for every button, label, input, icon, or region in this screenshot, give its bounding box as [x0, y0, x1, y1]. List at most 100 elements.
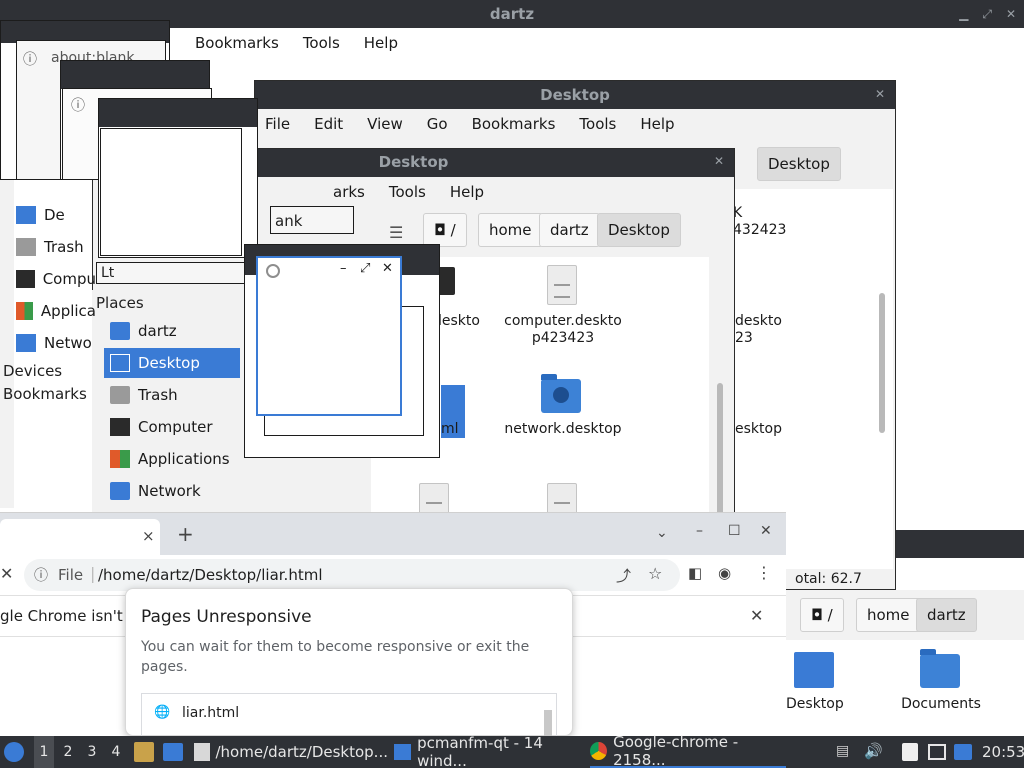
minimize-icon[interactable]: ▁: [959, 0, 968, 28]
notes-icon[interactable]: [902, 743, 918, 761]
show-desktop-icon[interactable]: [163, 743, 183, 761]
documents-folder-icon[interactable]: [920, 649, 960, 688]
file-label[interactable]: ml: [441, 421, 465, 438]
list-item[interactable]: liar.html: [182, 705, 239, 721]
url-scheme: File: [58, 566, 84, 584]
menu-edit[interactable]: Edit: [314, 115, 343, 133]
path-root-button[interactable]: ◘ /: [423, 213, 467, 247]
minimize-icon[interactable]: –: [340, 261, 347, 276]
update-notifier-icon[interactable]: [954, 744, 972, 760]
sidebar-item-computer[interactable]: Computer: [106, 412, 242, 442]
file-manager-launcher-icon[interactable]: [134, 742, 154, 762]
app-icon: [266, 264, 280, 282]
workspace-3[interactable]: 3: [82, 736, 102, 768]
file-icon[interactable]: [547, 265, 577, 305]
close-icon[interactable]: ✕: [714, 154, 724, 168]
menu-bookmarks[interactable]: Bookmarks: [472, 115, 556, 133]
workspace-4[interactable]: 4: [106, 736, 126, 768]
path-dartz-button[interactable]: dartz: [916, 598, 977, 632]
menu-help[interactable]: Help: [640, 115, 674, 133]
clipboard-icon[interactable]: ▤: [836, 743, 849, 759]
omnibox[interactable]: ⓘ File | /home/dartz/Desktop/liar.html ⤴…: [24, 559, 680, 591]
menu-tools[interactable]: Tools: [579, 115, 616, 133]
reload-stop-icon[interactable]: ✕: [0, 564, 13, 583]
focused-window[interactable]: – ⤢ ✕: [256, 256, 402, 416]
file-label[interactable]: K 432423: [733, 205, 793, 239]
computer-icon: [16, 270, 35, 288]
menu-tools[interactable]: Tools: [303, 34, 340, 52]
desktop-window-back-titlebar[interactable]: Desktop ✕: [255, 81, 895, 109]
stacked-window[interactable]: Lt: [96, 262, 246, 284]
close-icon[interactable]: ✕: [1006, 0, 1016, 28]
partial-sidebar-trash[interactable]: Trash: [16, 232, 96, 262]
menu-help[interactable]: Help: [364, 34, 398, 52]
maximize-icon[interactable]: ☐: [728, 523, 741, 539]
profile-icon[interactable]: ◉: [718, 564, 731, 582]
url-text[interactable]: /home/dartz/Desktop/liar.html: [98, 566, 323, 584]
minimize-icon[interactable]: –: [696, 523, 703, 539]
share-icon[interactable]: ⤴: [616, 565, 631, 586]
menu-help[interactable]: Help: [450, 183, 484, 201]
tab-close-icon[interactable]: ×: [142, 527, 155, 545]
menu-kebab-icon[interactable]: ⋮: [756, 563, 772, 582]
sidebar-item-trash[interactable]: Trash: [106, 380, 242, 410]
task-text-editor[interactable]: /home/dartz/Desktop...: [194, 736, 388, 768]
file-label[interactable]: deskto 23: [735, 313, 795, 347]
tab-search-icon[interactable]: ⌄: [656, 525, 668, 541]
new-tab-button[interactable]: +: [177, 522, 194, 546]
path-home-button[interactable]: home: [478, 213, 543, 247]
menu-go[interactable]: Go: [427, 115, 448, 133]
stacked-window[interactable]: ank: [270, 206, 354, 234]
start-menu-icon[interactable]: [4, 742, 24, 762]
chrome-tab[interactable]: ×: [0, 519, 160, 555]
sidebar-item-applications[interactable]: Applications: [106, 444, 242, 474]
close-icon[interactable]: ✕: [382, 261, 393, 276]
partial-sidebar-applications[interactable]: Applica: [16, 296, 96, 326]
pcman-bottom-pane: ◘ / home dartz Desktop Documents: [786, 590, 1024, 736]
menu-bookmarks[interactable]: Bookmarks: [195, 34, 279, 52]
maximize-icon[interactable]: ⤢: [360, 261, 370, 276]
menu-view[interactable]: View: [367, 115, 403, 133]
path-root-button[interactable]: ◘ /: [800, 598, 844, 632]
clock[interactable]: 20:53: [982, 743, 1024, 761]
menu-tools[interactable]: Tools: [389, 183, 426, 201]
sidebar-item-dartz[interactable]: dartz: [106, 316, 242, 346]
file-label[interactable]: network.desktop: [495, 421, 631, 438]
selected-file-icon[interactable]: [441, 385, 465, 421]
workspace-1[interactable]: 1: [34, 736, 54, 768]
volume-icon[interactable]: 🔊: [864, 742, 883, 760]
path-desktop-button[interactable]: Desktop: [597, 213, 681, 247]
menu-file[interactable]: File: [265, 115, 290, 133]
list-view-icon[interactable]: ☰: [389, 223, 403, 242]
file-label[interactable]: deskto: [433, 313, 503, 330]
desktop-folder-icon[interactable]: [794, 652, 834, 688]
infobar-close-icon[interactable]: ✕: [750, 606, 763, 625]
maximize-icon[interactable]: ⤢: [982, 0, 992, 28]
path-home-button[interactable]: home: [856, 598, 921, 632]
scrollbar-thumb[interactable]: [717, 383, 723, 523]
info-icon[interactable]: ⓘ: [34, 565, 48, 585]
task-chrome[interactable]: Google-chrome - 2158...: [590, 733, 786, 768]
partial-sidebar-desktop[interactable]: De: [16, 200, 96, 230]
network-status-icon[interactable]: [928, 744, 946, 760]
partial-sidebar-computer[interactable]: Compu: [16, 264, 96, 294]
bookmark-star-icon[interactable]: ☆: [648, 564, 662, 583]
file-label[interactable]: Documents: [896, 696, 986, 713]
sidebar-item-network[interactable]: Network: [106, 476, 242, 506]
focused-window-titlebar[interactable]: – ⤢ ✕: [258, 258, 400, 284]
folder-globe-icon[interactable]: [541, 374, 581, 413]
side-panel-icon[interactable]: ◧: [688, 564, 702, 582]
close-icon[interactable]: ✕: [760, 523, 772, 539]
file-label[interactable]: computer.deskto p423423: [495, 313, 631, 347]
file-label[interactable]: esktop: [735, 421, 795, 438]
close-icon[interactable]: ✕: [875, 87, 885, 101]
partial-sidebar-network[interactable]: Netwo: [16, 328, 96, 358]
path-desktop-button[interactable]: Desktop: [757, 147, 841, 181]
workspace-2[interactable]: 2: [58, 736, 78, 768]
file-label[interactable]: Desktop: [786, 696, 844, 713]
menu-bookmarks[interactable]: arks: [333, 183, 365, 201]
path-dartz-button[interactable]: dartz: [539, 213, 600, 247]
task-pcmanfm[interactable]: pcmanfm-qt - 14 wind...: [394, 734, 588, 768]
sidebar-item-desktop[interactable]: Desktop: [104, 348, 240, 378]
scrollbar-thumb[interactable]: [879, 293, 885, 433]
